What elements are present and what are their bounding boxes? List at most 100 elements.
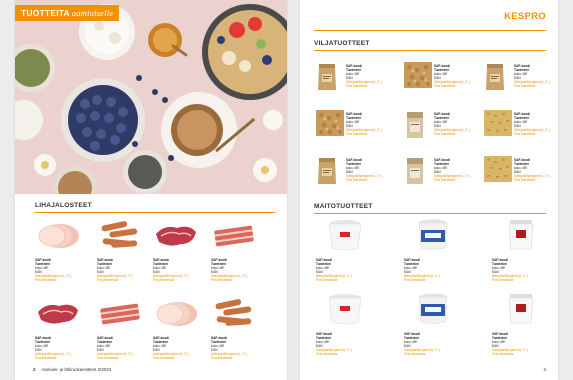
product-note: Plus teksteissa [404, 278, 426, 283]
product-info: SAP-koodi Tuotenimi koko, ME EAN Allergi… [35, 258, 95, 283]
product-image-ham [153, 298, 199, 335]
product-image-tub [326, 292, 364, 331]
breakfast-hero-photo: TUOTTEITA aamiaiselle [15, 0, 287, 194]
meat-product-card: SAP-koodi Tuotenimi koko, ME EAN Allergi… [211, 218, 267, 294]
grain-product-card: SAP-koodi Tuotenimi koko, ME EAN Allergi… [316, 152, 390, 196]
section-divider [314, 50, 546, 51]
product-image-prosciutto [153, 220, 199, 257]
product-note: Plus teksteissa [97, 278, 119, 283]
product-info: SAP-koodi Tuotenimi koko, ME EAN Allergi… [514, 112, 558, 137]
banner: TUOTTEITA aamiaiselle [15, 5, 120, 21]
section-title-dairy: MAITOTUOTTEET [314, 203, 373, 210]
product-info: SAP-koodi Tuotenimi koko, ME EAN Allergi… [514, 64, 558, 89]
product-image-sausages [211, 298, 257, 335]
product-image-bacon [211, 220, 257, 257]
product-image-flakes [404, 62, 432, 93]
product-note: Plus teksteissa [514, 84, 536, 89]
grain-product-card: SAP-koodi Tuotenimi koko, ME EAN Allergi… [404, 152, 478, 196]
product-note: Plus teksteissa [514, 178, 536, 183]
dairy-product-card: SAP-koodi Tuotenimi koko, ME EAN Allergi… [316, 292, 376, 364]
product-note: Plus teksteissa [492, 352, 514, 357]
grain-product-card: SAP-koodi Tuotenimi koko, ME EAN Allergi… [316, 106, 390, 150]
breakfast-illustration [15, 0, 287, 194]
product-image-grain [484, 156, 512, 187]
grain-product-card: SAP-koodi Tuotenimi koko, ME EAN Allergi… [484, 152, 558, 196]
product-note: Plus teksteissa [211, 278, 233, 283]
dairy-product-card: SAP-koodi Tuotenimi koko, ME EAN Allergi… [316, 218, 376, 290]
meat-product-card: SAP-koodi Tuotenimi koko, ME EAN Allergi… [97, 218, 153, 294]
header-divider [314, 30, 546, 31]
section-title-grain: VILJATUOTTEET [314, 40, 370, 47]
product-image-blue [414, 218, 452, 257]
product-info: SAP-koodi Tuotenimi koko, ME EAN Allergi… [211, 258, 271, 283]
product-info: SAP-koodi Tuotenimi koko, ME EAN Allergi… [316, 258, 376, 283]
product-image-sausages [97, 220, 143, 257]
section-divider [35, 212, 275, 213]
product-note: Plus teksteissa [514, 132, 536, 137]
product-info: SAP-koodi Tuotenimi koko, ME EAN Allergi… [346, 64, 406, 89]
meat-product-card: SAP-koodi Tuotenimi koko, ME EAN Allergi… [35, 218, 91, 294]
dairy-product-card: SAP-koodi Tuotenimi koko, ME EAN Allergi… [492, 218, 552, 290]
product-note: Plus teksteissa [153, 356, 175, 361]
product-info: SAP-koodi Tuotenimi koko, ME EAN Allergi… [514, 158, 558, 183]
banner-suffix: aamiaiselle [71, 8, 114, 18]
product-note: Plus teksteissa [316, 278, 338, 283]
section-divider [314, 213, 546, 214]
footer-text: Aamiais- ja lähiruokaesitteet 2/2023 [41, 367, 111, 372]
banner-prefix: TUOTTEITA [21, 8, 70, 18]
meat-product-card: SAP-koodi Tuotenimi koko, ME EAN Allergi… [211, 296, 267, 372]
product-info: SAP-koodi Tuotenimi koko, ME EAN Allergi… [404, 332, 464, 357]
grain-product-card: SAP-koodi Tuotenimi koko, ME EAN Allergi… [484, 58, 558, 102]
product-info: SAP-koodi Tuotenimi koko, ME EAN Allergi… [211, 336, 271, 361]
product-info: SAP-koodi Tuotenimi koko, ME EAN Allergi… [316, 332, 376, 357]
product-image-blue [414, 292, 452, 331]
page-number: 3 [543, 367, 546, 372]
product-note: Plus teksteissa [346, 132, 368, 137]
product-info: SAP-koodi Tuotenimi koko, ME EAN Allergi… [153, 258, 213, 283]
product-note: Plus teksteissa [153, 278, 175, 283]
product-note: Plus teksteissa [35, 278, 57, 283]
product-image-prosciutto [35, 298, 81, 335]
grain-product-card: SAP-koodi Tuotenimi koko, ME EAN Allergi… [404, 58, 478, 102]
dairy-product-card: SAP-koodi Tuotenimi koko, ME EAN Allergi… [404, 218, 464, 290]
product-info: SAP-koodi Tuotenimi koko, ME EAN Allergi… [492, 332, 552, 357]
product-note: Plus teksteissa [211, 356, 233, 361]
product-note: Plus teksteissa [492, 278, 514, 283]
page-footer: 3 [544, 367, 546, 372]
product-info: SAP-koodi Tuotenimi koko, ME EAN Allergi… [97, 336, 157, 361]
product-note: Plus teksteissa [97, 356, 119, 361]
product-note: Plus teksteissa [35, 356, 57, 361]
page-footer: 2 Aamiais- ja lähiruokaesitteet 2/2023 [33, 367, 111, 372]
left-page: TUOTTEITA aamiaiselle LIHAJALOSTEET SAP-… [15, 0, 287, 380]
product-note: Plus teksteissa [316, 352, 338, 357]
meat-product-card: SAP-koodi Tuotenimi koko, ME EAN Allergi… [153, 218, 209, 294]
product-image-bag [484, 62, 506, 97]
dairy-product-card: SAP-koodi Tuotenimi koko, ME EAN Allergi… [492, 292, 552, 364]
grain-product-card: SAP-koodi Tuotenimi koko, ME EAN Allergi… [484, 106, 558, 150]
dairy-product-card: SAP-koodi Tuotenimi koko, ME EAN Allergi… [404, 292, 464, 364]
product-info: SAP-koodi Tuotenimi koko, ME EAN Allergi… [35, 336, 95, 361]
product-info: SAP-koodi Tuotenimi koko, ME EAN Allergi… [153, 336, 213, 361]
product-info: SAP-koodi Tuotenimi koko, ME EAN Allergi… [346, 158, 406, 183]
product-note: Plus teksteissa [346, 178, 368, 183]
product-note: Plus teksteissa [346, 84, 368, 89]
meat-product-card: SAP-koodi Tuotenimi koko, ME EAN Allergi… [153, 296, 209, 372]
product-info: SAP-koodi Tuotenimi koko, ME EAN Allergi… [346, 112, 406, 137]
product-image-bacon [97, 298, 143, 335]
meat-product-card: SAP-koodi Tuotenimi koko, ME EAN Allergi… [97, 296, 153, 372]
grain-product-card: SAP-koodi Tuotenimi koko, ME EAN Allergi… [316, 58, 390, 102]
product-image-flakes [316, 110, 344, 141]
kespro-logo: KESPRO [504, 11, 546, 22]
product-image-box [404, 156, 426, 191]
right-page: KESPRO VILJATUOTTEET SAP-koodi Tuotenimi… [300, 0, 558, 380]
meat-product-card: SAP-koodi Tuotenimi koko, ME EAN Allergi… [35, 296, 91, 372]
product-image-bag [316, 62, 338, 97]
page-number: 2 [33, 367, 36, 372]
product-image-bag [316, 156, 338, 191]
section-title-meat: LIHAJALOSTEET [35, 202, 92, 209]
product-image-box [404, 110, 426, 145]
product-image-bucket [502, 218, 540, 257]
product-image-bucket [502, 292, 540, 331]
product-info: SAP-koodi Tuotenimi koko, ME EAN Allergi… [97, 258, 157, 283]
product-info: SAP-koodi Tuotenimi koko, ME EAN Allergi… [492, 258, 552, 283]
